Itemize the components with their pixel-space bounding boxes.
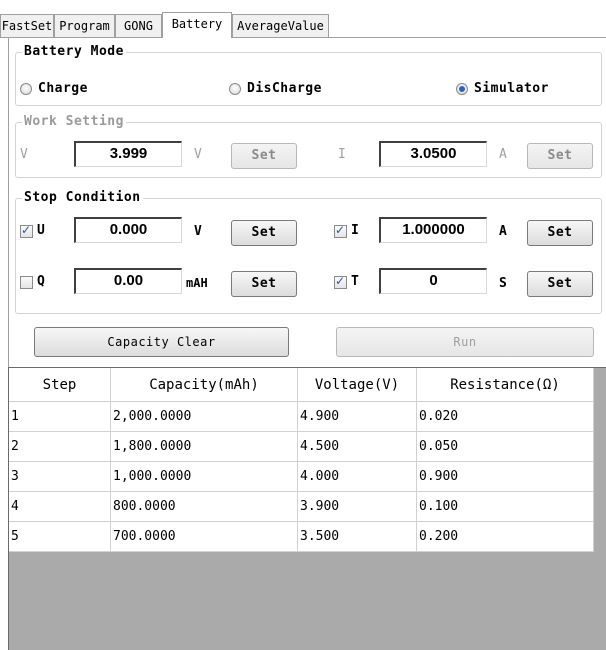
work-i-unit: A: [499, 147, 507, 162]
work-i-label: I: [338, 147, 346, 162]
stop-t-unit: S: [499, 276, 507, 291]
cell-capacity: 1,000.0000: [110, 461, 298, 492]
cell-capacity: 700.0000: [110, 521, 298, 552]
battery-mode-title: Battery Mode: [22, 44, 126, 59]
stop-condition-group: Stop Condition U 0.000 V Set I 1.000000 …: [15, 190, 602, 314]
cell-step: 4: [9, 491, 111, 522]
radio-simulator[interactable]: Simulator: [456, 81, 549, 96]
cell-resistance: 0.100: [416, 491, 594, 522]
column-header-resistance[interactable]: Resistance(Ω): [416, 368, 594, 402]
tab-battery[interactable]: Battery: [162, 12, 232, 38]
work-current-field[interactable]: 3.0500: [379, 141, 487, 167]
column-header-step[interactable]: Step: [9, 368, 111, 402]
tab-averagevalue[interactable]: AverageValue: [232, 14, 329, 37]
stop-u-checkbox[interactable]: [20, 223, 33, 238]
tab-label: Program: [59, 19, 110, 33]
radio-charge[interactable]: Charge: [20, 81, 88, 96]
tab-label: GONG: [124, 19, 153, 33]
work-current-set-button[interactable]: Set: [527, 143, 593, 169]
column-header-voltage[interactable]: Voltage(V): [297, 368, 417, 402]
stop-q-unit: mAH: [186, 276, 208, 290]
battery-window: FastSet Program GONG Battery AverageValu…: [0, 0, 606, 650]
stop-i-unit: A: [499, 224, 507, 239]
stop-u-set-button[interactable]: Set: [231, 220, 297, 246]
cell-capacity: 1,800.0000: [110, 431, 298, 462]
cell-voltage: 4.000: [297, 461, 417, 492]
tab-gong[interactable]: GONG: [115, 14, 162, 37]
work-setting-group: Work Setting V 3.999 V Set I 3.0500 A Se…: [15, 114, 602, 178]
radio-indicator: [456, 82, 468, 95]
cell-voltage: 4.500: [297, 431, 417, 462]
tab-label: Battery: [171, 17, 223, 31]
cell-voltage: 3.900: [297, 491, 417, 522]
work-setting-title: Work Setting: [22, 114, 126, 129]
table-row[interactable]: 4 800.0000 3.900 0.100: [9, 491, 594, 522]
table-row[interactable]: 3 1,000.0000 4.000 0.900: [9, 461, 594, 492]
tab-label: AverageValue: [237, 19, 324, 33]
radio-indicator: [20, 82, 32, 95]
stop-u-field[interactable]: 0.000: [74, 217, 182, 243]
radio-indicator: [229, 82, 241, 95]
stop-t-label: T: [351, 274, 359, 289]
radio-label: Simulator: [474, 81, 549, 96]
table-header-row: Step Capacity(mAh) Voltage(V) Resistance…: [9, 368, 594, 402]
work-v-label: V: [20, 147, 28, 162]
capacity-table[interactable]: Step Capacity(mAh) Voltage(V) Resistance…: [8, 367, 606, 650]
cell-step: 2: [9, 431, 111, 462]
stop-i-field[interactable]: 1.000000: [379, 217, 487, 243]
work-voltage-set-button[interactable]: Set: [231, 143, 297, 169]
stop-t-checkbox[interactable]: [334, 274, 347, 289]
cell-capacity: 800.0000: [110, 491, 298, 522]
stop-u-label: U: [37, 223, 45, 238]
cell-step: 5: [9, 521, 111, 552]
stop-condition-title: Stop Condition: [22, 190, 143, 205]
cell-step: 3: [9, 461, 111, 492]
radio-label: DisCharge: [247, 81, 322, 96]
cell-capacity: 2,000.0000: [110, 401, 298, 432]
tab-label: FastSet: [1, 19, 53, 33]
radio-label: Charge: [38, 81, 88, 96]
cell-resistance: 0.200: [416, 521, 594, 552]
stop-i-label: I: [351, 223, 359, 238]
table-row[interactable]: 5 700.0000 3.500 0.200: [9, 521, 594, 552]
stop-q-label: Q: [37, 274, 45, 289]
column-header-capacity[interactable]: Capacity(mAh): [110, 368, 298, 402]
cell-step: 1: [9, 401, 111, 432]
stop-i-checkbox[interactable]: [334, 223, 347, 238]
cell-voltage: 3.500: [297, 521, 417, 552]
work-voltage-field[interactable]: 3.999: [74, 141, 182, 167]
cell-resistance: 0.050: [416, 431, 594, 462]
stop-q-set-button[interactable]: Set: [231, 271, 297, 297]
tab-fastset[interactable]: FastSet: [0, 14, 54, 37]
stop-t-field[interactable]: 0: [379, 268, 487, 294]
work-v-unit: V: [194, 147, 202, 162]
stop-u-unit: V: [194, 224, 202, 239]
capacity-clear-button[interactable]: Capacity Clear: [34, 327, 289, 357]
table-row[interactable]: 2 1,800.0000 4.500 0.050: [9, 431, 594, 462]
capacity-table-body: Step Capacity(mAh) Voltage(V) Resistance…: [9, 368, 594, 552]
cell-voltage: 4.900: [297, 401, 417, 432]
radio-discharge[interactable]: DisCharge: [229, 81, 322, 96]
table-row[interactable]: 1 2,000.0000 4.900 0.020: [9, 401, 594, 432]
cell-resistance: 0.020: [416, 401, 594, 432]
cell-resistance: 0.900: [416, 461, 594, 492]
battery-mode-group: Battery Mode Charge DisCharge Simulator: [15, 44, 602, 106]
run-button[interactable]: Run: [336, 327, 594, 357]
stop-t-set-button[interactable]: Set: [527, 271, 593, 297]
tab-program[interactable]: Program: [54, 14, 115, 37]
stop-q-checkbox[interactable]: [20, 276, 33, 289]
stop-i-set-button[interactable]: Set: [527, 220, 593, 246]
stop-q-field[interactable]: 0.00: [74, 268, 182, 294]
tab-bar: FastSet Program GONG Battery AverageValu…: [0, 12, 606, 38]
